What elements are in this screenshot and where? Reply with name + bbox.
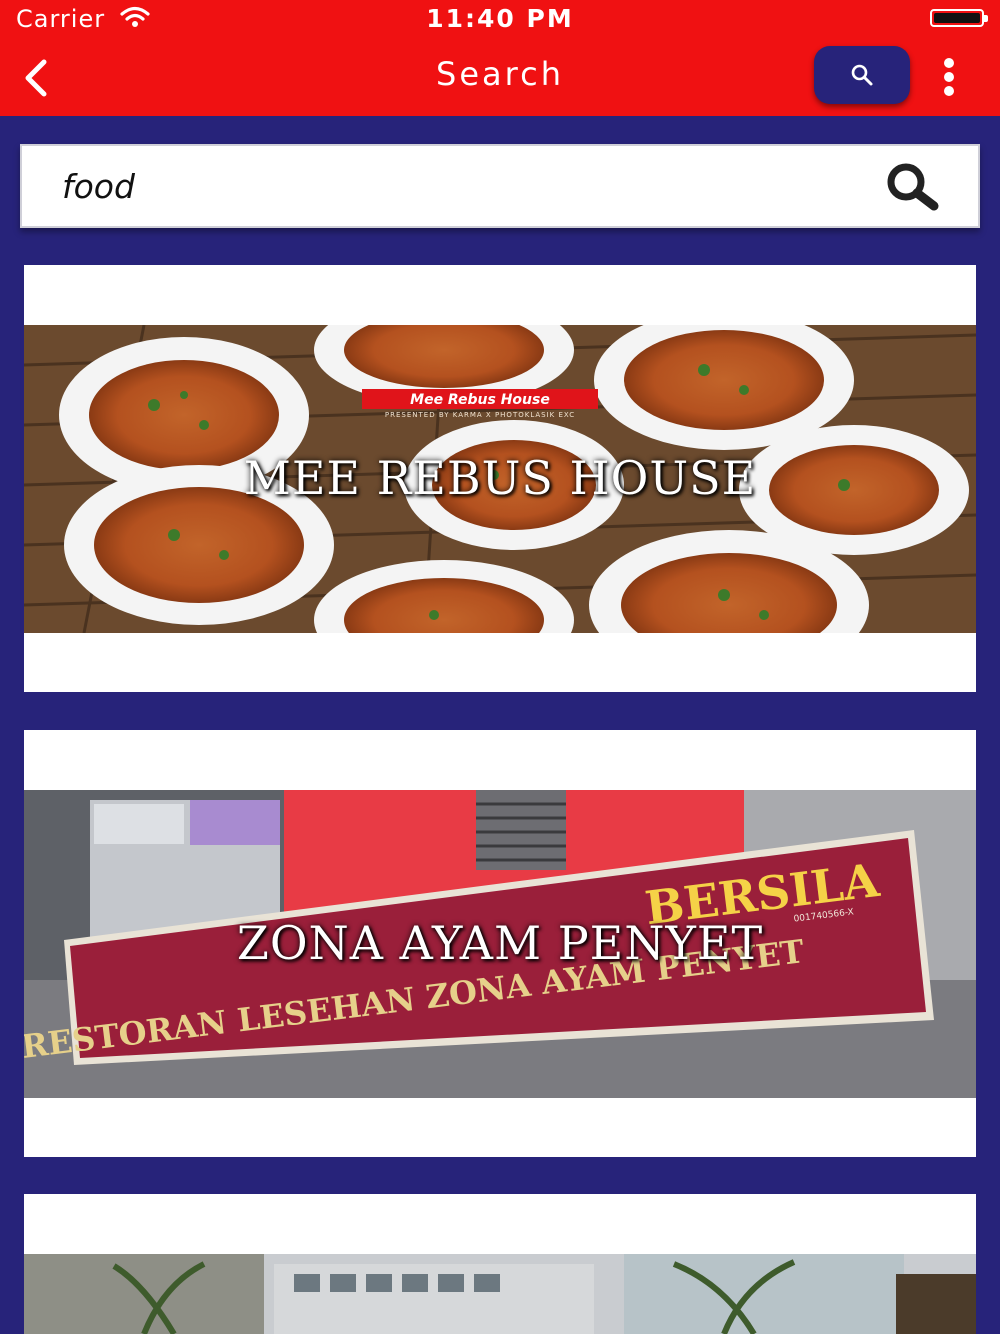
search-submit-button[interactable] xyxy=(882,162,944,216)
result-card[interactable]: BERSILA 001740566-X RESTORAN LESEHAN ZON… xyxy=(24,730,976,1157)
search-bar xyxy=(20,144,980,228)
more-vertical-icon xyxy=(944,58,954,68)
more-options-button[interactable] xyxy=(934,56,964,98)
navigation-bar: Search xyxy=(0,38,1000,116)
search-input[interactable] xyxy=(62,160,822,212)
status-bar: Carrier 11:40 PM xyxy=(0,0,1000,38)
app-header: Carrier 11:40 PM Search xyxy=(0,0,1000,116)
battery-icon xyxy=(930,9,988,27)
result-title: ZONA AYAM PENYET xyxy=(236,916,764,970)
more-vertical-icon xyxy=(944,86,954,96)
sign-text: Mee Rebus House xyxy=(410,392,550,408)
sign-subtext: PRESENTED BY KARMA X PHOTOKLASIK EXC xyxy=(385,411,575,419)
result-card[interactable]: Mee Rebus House PRESENTED BY KARMA X PHO… xyxy=(24,265,976,692)
clock: 11:40 PM xyxy=(426,4,574,33)
result-title: MEE REBUS HOUSE xyxy=(243,451,757,505)
search-icon xyxy=(887,163,939,211)
result-card[interactable] xyxy=(24,1194,976,1334)
result-image xyxy=(24,1254,976,1334)
search-icon xyxy=(851,64,873,86)
more-vertical-icon xyxy=(944,72,954,82)
header-search-button[interactable] xyxy=(814,46,910,104)
